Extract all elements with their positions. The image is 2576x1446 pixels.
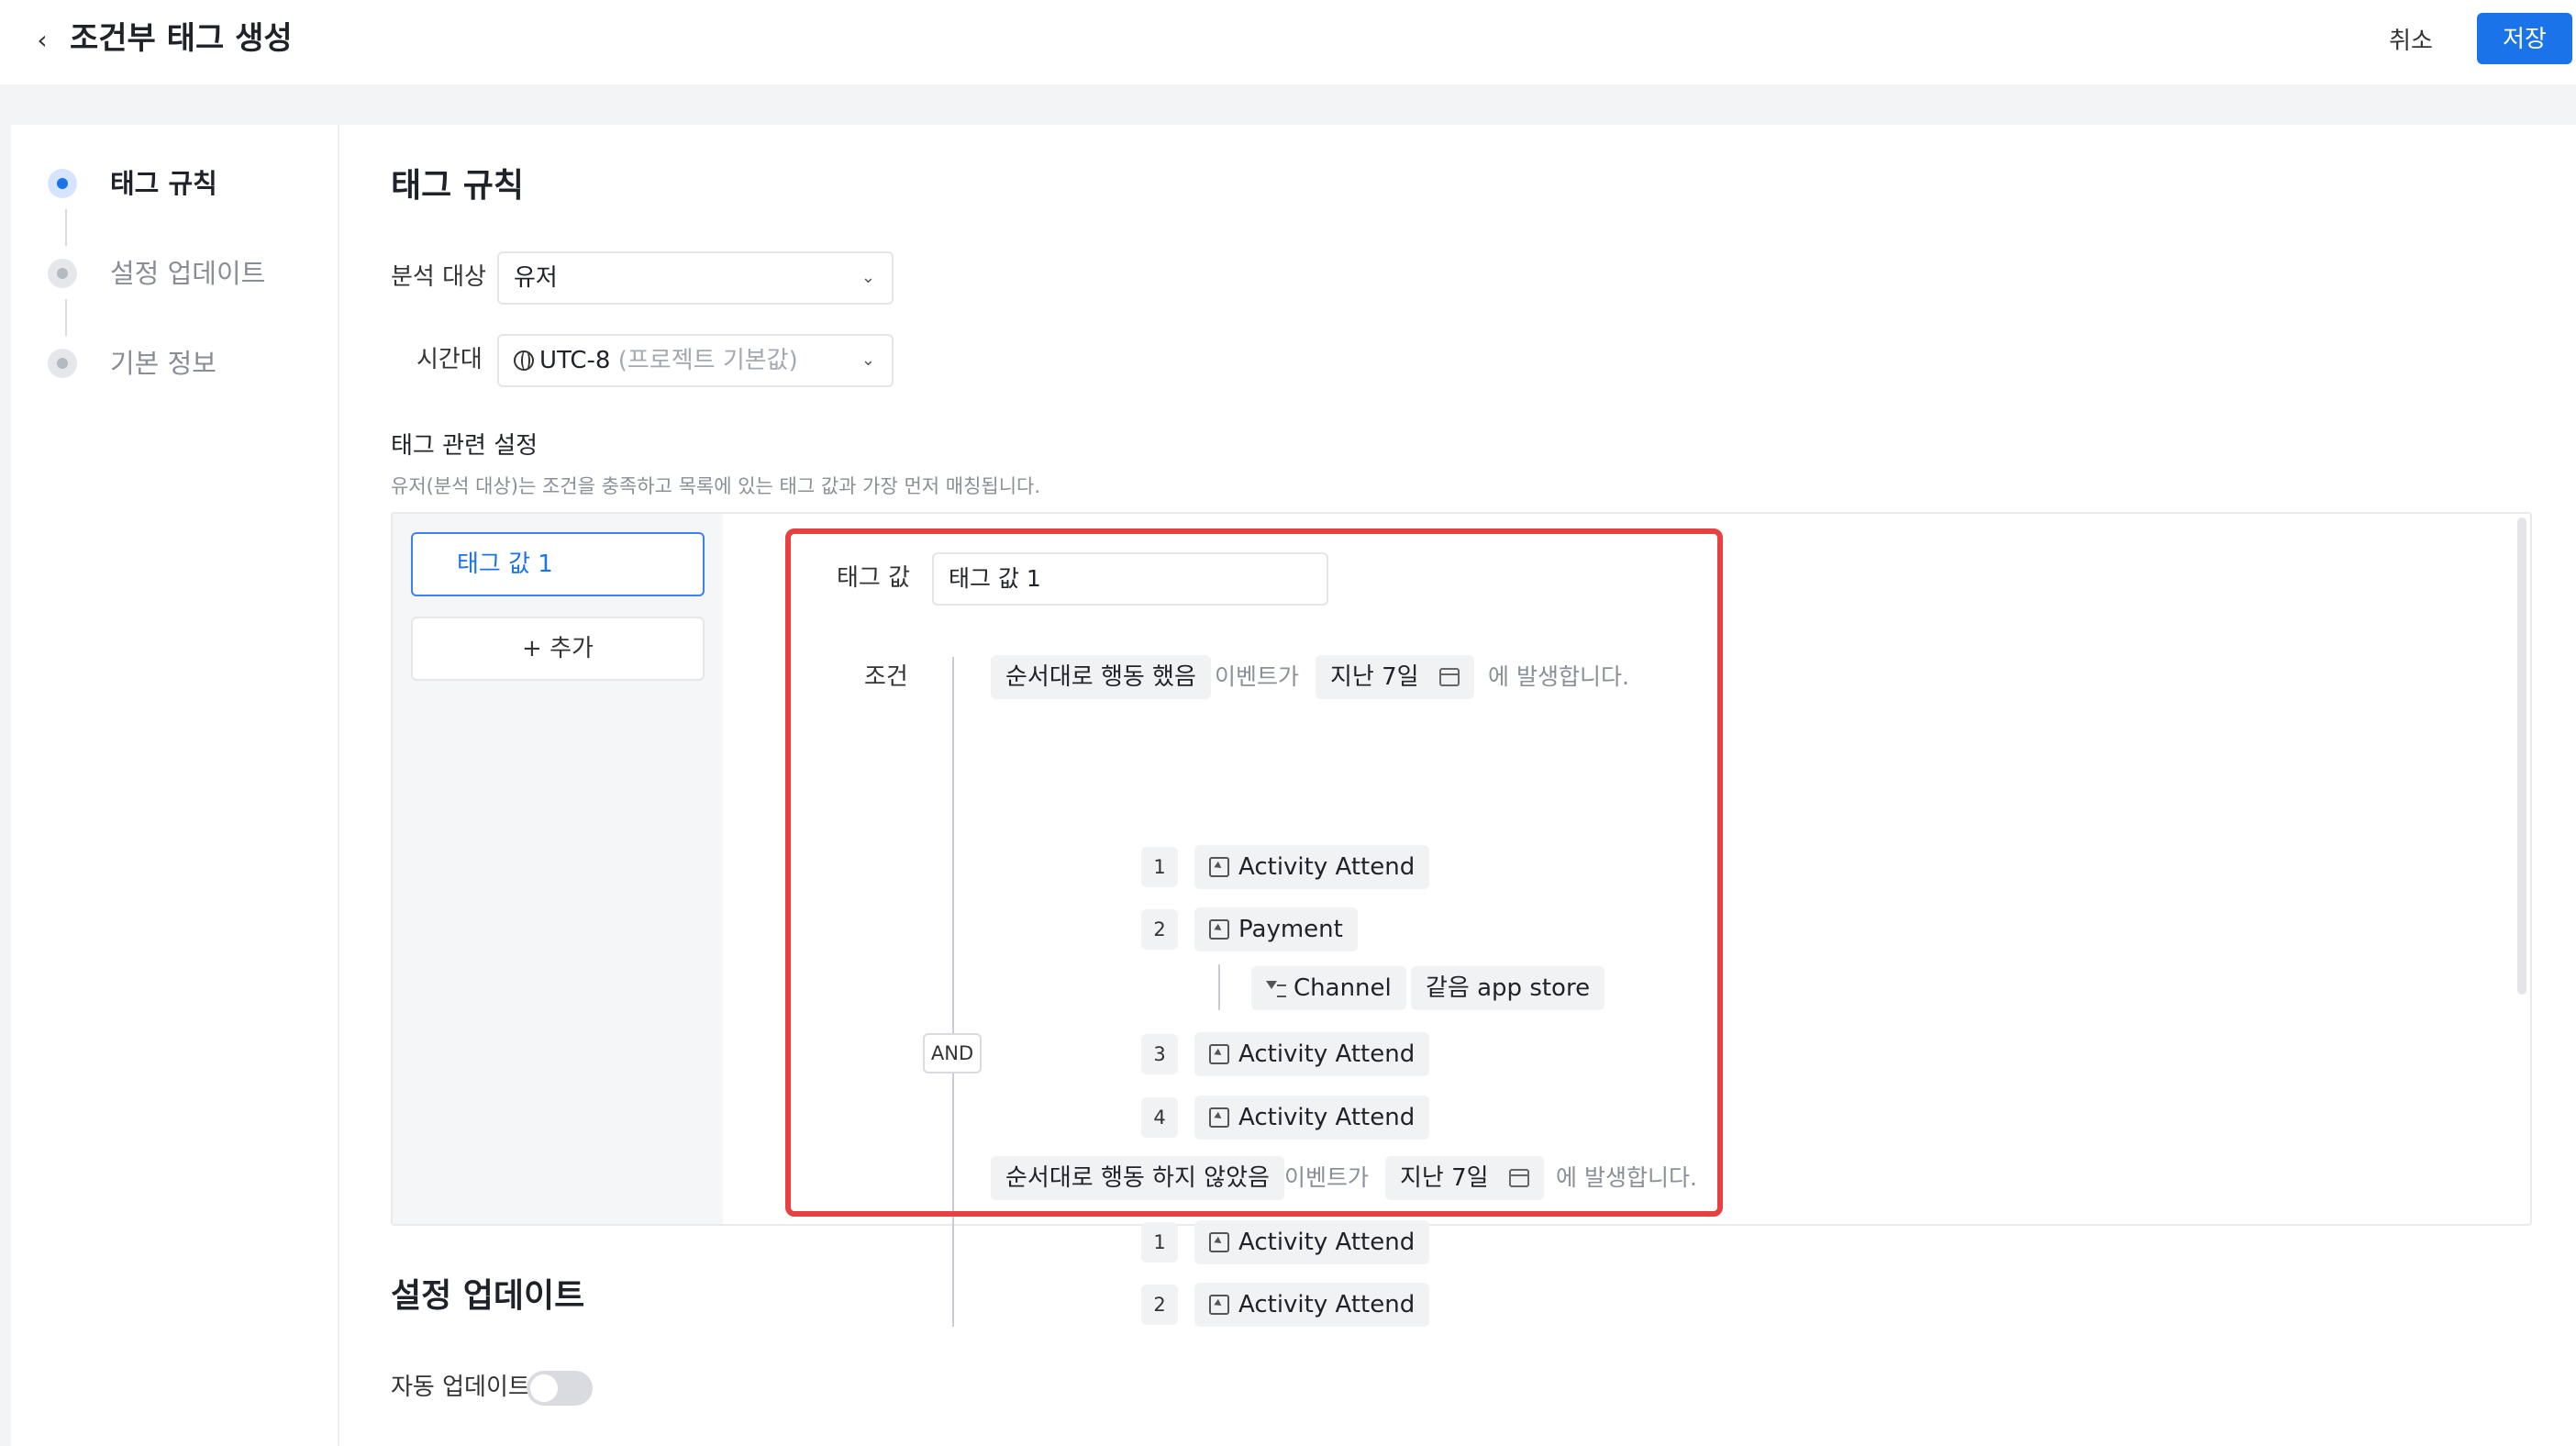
- analysis-target-select[interactable]: 유저 ⌄: [497, 251, 894, 305]
- tag-settings-hint: 유저(분석 대상)는 조건을 충족하고 목록에 있는 태그 값과 가장 먼저 매…: [391, 475, 1041, 497]
- event-cursor-icon: [1209, 1232, 1229, 1252]
- event-chip[interactable]: Activity Attend: [1194, 1283, 1430, 1327]
- step-label: 태그 규칙: [110, 168, 217, 199]
- tag-rule-heading: 태그 규칙: [391, 167, 525, 205]
- step-connector: [65, 209, 67, 246]
- step-dot-icon: [48, 259, 77, 288]
- timezone-label: 시간대: [416, 346, 483, 373]
- step-dot-icon: [48, 169, 77, 198]
- event-index: 2: [1141, 1285, 1178, 1325]
- tag-value-item[interactable]: 태그 값 1: [411, 532, 705, 596]
- step-label: 기본 정보: [110, 348, 217, 379]
- chevron-down-icon: ⌄: [861, 350, 875, 370]
- back-arrow-icon[interactable]: ‹: [26, 24, 59, 57]
- tag-settings-title: 태그 관련 설정: [391, 432, 539, 460]
- chevron-down-icon: ⌄: [861, 268, 875, 287]
- event-index: 1: [1141, 1222, 1178, 1262]
- setting-update-heading: 설정 업데이트: [391, 1277, 585, 1315]
- timezone-value: UTC-8 (프로젝트 기본값): [514, 336, 798, 385]
- tag-value-list: 태그 값 1 + 추가: [393, 514, 723, 1224]
- save-button[interactable]: 저장: [2477, 13, 2572, 64]
- cancel-button[interactable]: 취소: [2367, 17, 2455, 64]
- content-panel: 태그 규칙 설정 업데이트 기본 정보 태그 규칙 분석 대상 유저 ⌄ 시간대…: [11, 125, 2576, 1446]
- globe-icon: [514, 350, 534, 371]
- highlight-frame: [785, 528, 1723, 1217]
- auto-update-toggle[interactable]: [527, 1371, 593, 1406]
- add-tag-value-button[interactable]: + 추가: [411, 617, 705, 681]
- select-value: 유저: [514, 264, 558, 292]
- step-dot-icon: [48, 349, 77, 378]
- step-label: 설정 업데이트: [110, 258, 266, 289]
- scrollbar[interactable]: [2517, 517, 2526, 995]
- tag-value-item-label: 태그 값 1: [457, 551, 553, 578]
- page-title: 조건부 태그 생성: [70, 20, 293, 57]
- event-cursor-icon: [1209, 1295, 1229, 1315]
- step-connector: [65, 299, 67, 336]
- step-nav: 태그 규칙 설정 업데이트 기본 정보: [11, 125, 339, 1446]
- timezone-select[interactable]: UTC-8 (프로젝트 기본값) ⌄: [497, 334, 894, 387]
- analysis-target-label: 분석 대상: [391, 263, 486, 291]
- timezone-note: (프로젝트 기본값): [617, 347, 798, 374]
- event-chip[interactable]: Activity Attend: [1194, 1220, 1430, 1264]
- top-bar: ‹ 조건부 태그 생성 취소 저장: [0, 0, 2576, 84]
- auto-update-label: 자동 업데이트: [391, 1374, 530, 1401]
